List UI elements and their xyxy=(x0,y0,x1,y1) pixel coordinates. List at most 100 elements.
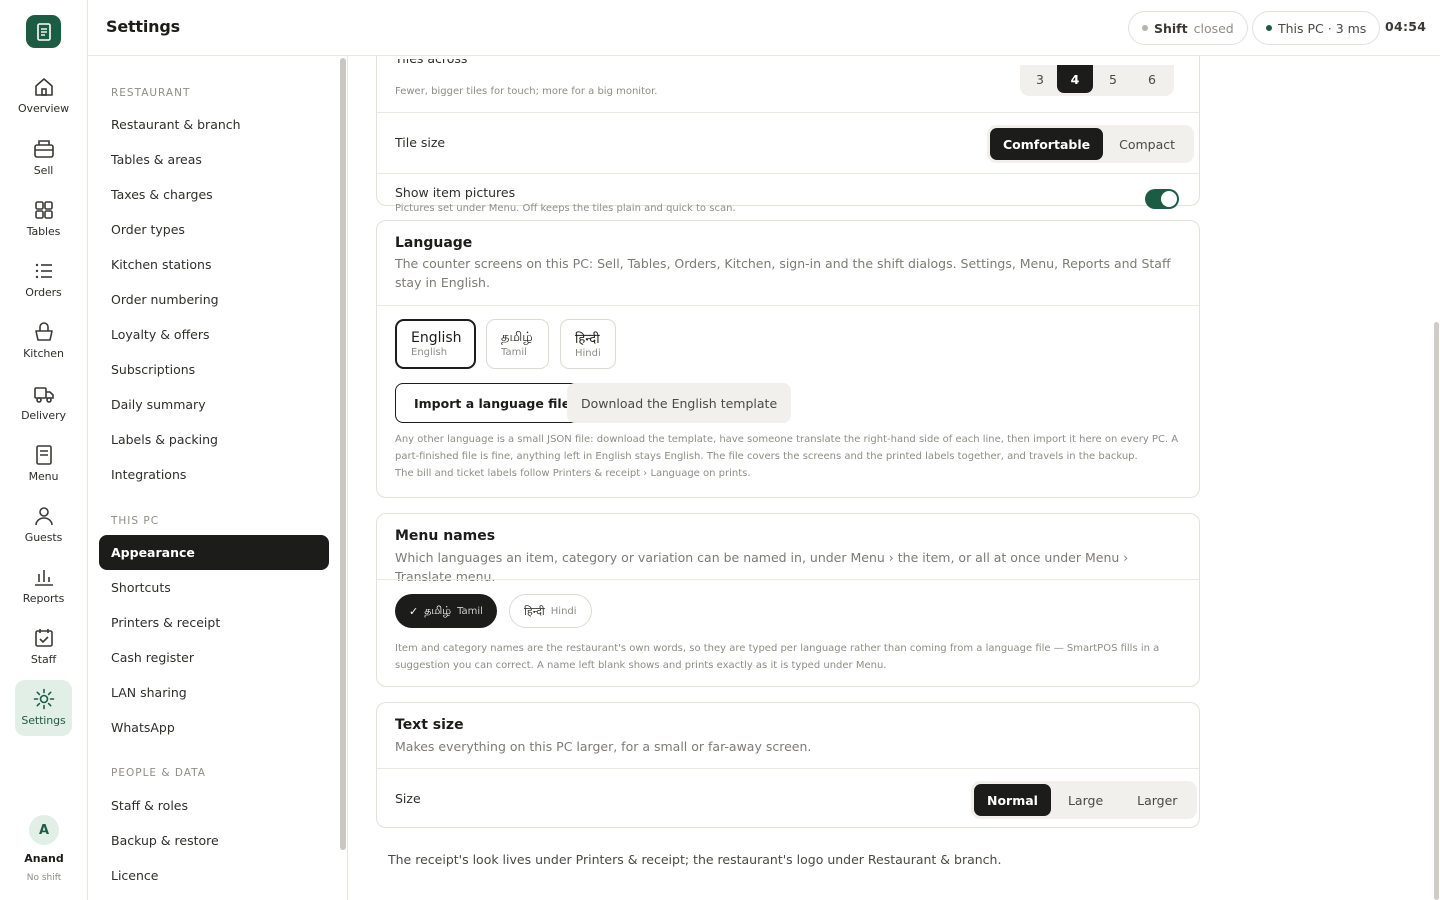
chip-native: தமிழ் xyxy=(424,603,452,617)
nav-item-daily-summary[interactable]: Daily summary xyxy=(99,387,329,422)
language-english: Hindi xyxy=(575,348,601,359)
text-size-desc: Makes everything on this PC larger, for … xyxy=(395,739,812,754)
nav-item-appearance[interactable]: Appearance xyxy=(99,535,329,570)
size-label: Size xyxy=(395,791,421,806)
divider xyxy=(377,112,1199,113)
rail-label: Orders xyxy=(25,286,62,299)
nav-item-licence[interactable]: Licence xyxy=(99,858,329,893)
app-rail: Overview Sell Tables Orders Kitchen Deli… xyxy=(0,0,88,900)
rail-item-orders[interactable]: Orders xyxy=(15,252,72,308)
section-heading: THIS PC xyxy=(111,515,160,527)
rail-item-delivery[interactable]: Delivery xyxy=(15,375,72,431)
rail-item-guests[interactable]: Guests xyxy=(15,497,72,553)
nav-item-kitchen-stations[interactable]: Kitchen stations xyxy=(99,247,329,282)
nav-item-tables-areas[interactable]: Tables & areas xyxy=(99,142,329,177)
rail-label: Delivery xyxy=(21,409,66,422)
clock: 04:54 xyxy=(1385,19,1427,34)
language-native: हिन्दी xyxy=(575,332,600,347)
language-english: Tamil xyxy=(501,347,527,358)
content-scrollbar[interactable] xyxy=(1434,322,1439,900)
rail-label: Overview xyxy=(18,102,69,115)
nav-item-loyalty-offers[interactable]: Loyalty & offers xyxy=(99,317,329,352)
section-heading: RESTAURANT xyxy=(111,87,191,99)
nav-item-labels-packing[interactable]: Labels & packing xyxy=(99,422,329,457)
rail-item-settings[interactable]: Settings xyxy=(15,680,72,736)
settings-content: Tiles across Fewer, bigger tiles for tou… xyxy=(348,56,1440,900)
nav-item-subscriptions[interactable]: Subscriptions xyxy=(99,352,329,387)
tiles-across-4[interactable]: 4 xyxy=(1057,65,1093,93)
language-native: English xyxy=(411,330,462,346)
text-size-large[interactable]: Large xyxy=(1051,784,1120,816)
pc-status-text: This PC · 3 ms xyxy=(1278,20,1367,36)
divider xyxy=(377,579,1199,580)
shift-status-pill[interactable]: Shift closed xyxy=(1128,11,1248,45)
status-dot-icon xyxy=(1142,25,1148,31)
rail-label: Menu xyxy=(28,470,59,483)
rail-item-staff[interactable]: Staff xyxy=(15,619,72,675)
rail-item-menu[interactable]: Menu xyxy=(15,436,72,492)
nav-item-taxes-charges[interactable]: Taxes & charges xyxy=(99,177,329,212)
menu-language-chip-tamil[interactable]: ✓ தமிழ் Tamil xyxy=(395,594,497,628)
tiles-across-label: Tiles across xyxy=(395,59,467,67)
nav-item-backup-restore[interactable]: Backup & restore xyxy=(99,823,329,858)
show-pictures-label: Show item pictures xyxy=(395,185,516,200)
pc-status-pill[interactable]: This PC · 3 ms xyxy=(1252,11,1381,45)
import-language-button[interactable]: Import a language file xyxy=(395,383,590,423)
show-pictures-sub: Pictures set under Menu. Off keeps the t… xyxy=(395,203,736,214)
rail-item-overview[interactable]: Overview xyxy=(15,68,72,124)
nav-item-order-types[interactable]: Order types xyxy=(99,212,329,247)
check-icon: ✓ xyxy=(409,604,419,618)
show-pictures-toggle[interactable] xyxy=(1145,189,1179,209)
tile-size-selector: Comfortable Compact xyxy=(987,125,1195,163)
nav-item-restaurant-branch[interactable]: Restaurant & branch xyxy=(99,107,329,142)
nav-item-whatsapp[interactable]: WhatsApp xyxy=(99,710,329,745)
person-icon xyxy=(34,507,53,526)
nav-scrollbar[interactable] xyxy=(340,58,346,850)
tiles-across-6[interactable]: 6 xyxy=(1133,65,1171,93)
rail-label: Reports xyxy=(22,592,65,605)
nav-item-cash-register[interactable]: Cash register xyxy=(99,640,329,675)
settings-nav: RESTAURANT Restaurant & branch Tables & … xyxy=(88,56,348,900)
text-size-larger[interactable]: Larger xyxy=(1120,784,1194,816)
rail-item-reports[interactable]: Reports xyxy=(15,558,72,614)
user-name: Anand xyxy=(24,852,64,865)
text-size-card: Text size Makes everything on this PC la… xyxy=(376,702,1200,828)
rail-item-tables[interactable]: Tables xyxy=(15,191,72,247)
gear-icon xyxy=(33,688,54,710)
language-note: Any other language is a small JSON file:… xyxy=(395,434,1179,462)
tiles-across-3[interactable]: 3 xyxy=(1023,65,1057,93)
rail-item-kitchen[interactable]: Kitchen xyxy=(15,313,72,369)
tiles-across-5[interactable]: 5 xyxy=(1093,65,1133,93)
nav-item-staff-roles[interactable]: Staff & roles xyxy=(99,788,329,823)
download-template-button[interactable]: Download the English template xyxy=(567,383,792,423)
chip-native: हिन्दी xyxy=(524,604,545,618)
language-option-tamil[interactable]: தமிழ் Tamil xyxy=(486,319,549,369)
nav-item-printers-receipt[interactable]: Printers & receipt xyxy=(99,605,329,640)
divider xyxy=(377,305,1199,306)
language-option-english[interactable]: English English xyxy=(395,319,476,369)
tile-size-comfortable[interactable]: Comfortable xyxy=(990,128,1104,160)
rail-item-sell[interactable]: Sell xyxy=(15,130,72,186)
status-dot-icon xyxy=(1266,25,1272,31)
page-title: Settings xyxy=(106,17,180,36)
divider xyxy=(377,768,1199,769)
rail-label: Settings xyxy=(21,714,66,727)
chip-english: Hindi xyxy=(550,605,577,617)
text-size-selector: Normal Large Larger xyxy=(971,781,1198,819)
tile-size-compact[interactable]: Compact xyxy=(1103,128,1191,160)
list-icon xyxy=(35,263,52,279)
tiles-across-sub: Fewer, bigger tiles for touch; more for … xyxy=(395,86,658,97)
nav-item-integrations[interactable]: Integrations xyxy=(99,457,329,492)
app-logo-icon[interactable] xyxy=(26,15,61,48)
menu-language-chip-hindi[interactable]: हिन्दी Hindi xyxy=(509,594,592,628)
home-icon xyxy=(34,78,53,96)
document-icon xyxy=(35,445,52,465)
nav-item-shortcuts[interactable]: Shortcuts xyxy=(99,570,329,605)
avatar[interactable]: A xyxy=(29,815,59,845)
text-size-normal[interactable]: Normal xyxy=(974,784,1051,816)
language-note-prints: The bill and ticket labels follow Printe… xyxy=(395,468,751,479)
grid-icon xyxy=(34,201,53,219)
nav-item-order-numbering[interactable]: Order numbering xyxy=(99,282,329,317)
nav-item-lan-sharing[interactable]: LAN sharing xyxy=(99,675,329,710)
language-option-hindi[interactable]: हिन्दी Hindi xyxy=(560,319,616,369)
